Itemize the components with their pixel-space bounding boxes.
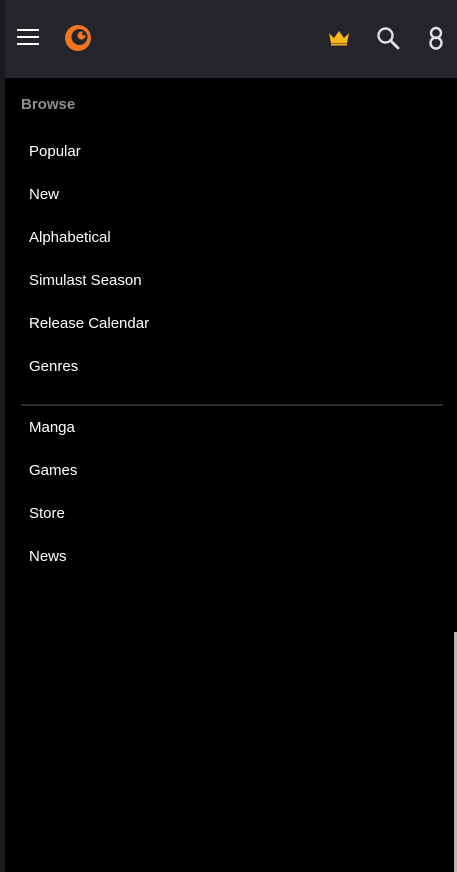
menu-item-release-calendar[interactable]: Release Calendar [29,312,429,336]
menu-item-simulast-season[interactable]: Simulast Season [29,269,429,293]
browse-menu: Browse Popular New Alphabetical Simulast… [5,78,457,872]
menu-divider [21,404,443,406]
user-icon[interactable] [423,24,449,52]
crunchyroll-logo-icon[interactable] [63,23,93,53]
top-navigation-bar [5,0,457,78]
menu-item-genres[interactable]: Genres [29,355,429,379]
menu-item-popular[interactable]: Popular [29,140,429,164]
menu-item-games[interactable]: Games [29,459,429,483]
hamburger-icon[interactable] [13,22,43,52]
section-title-browse: Browse [21,96,76,113]
menu-item-new[interactable]: New [29,183,429,207]
search-icon[interactable] [374,24,402,52]
menu-item-manga[interactable]: Manga [29,416,429,440]
menu-item-store[interactable]: Store [29,502,429,526]
menu-item-news[interactable]: News [29,545,429,569]
crown-icon[interactable] [327,26,351,50]
menu-item-alphabetical[interactable]: Alphabetical [29,226,429,250]
app-window: Browse Popular New Alphabetical Simulast… [0,0,457,872]
